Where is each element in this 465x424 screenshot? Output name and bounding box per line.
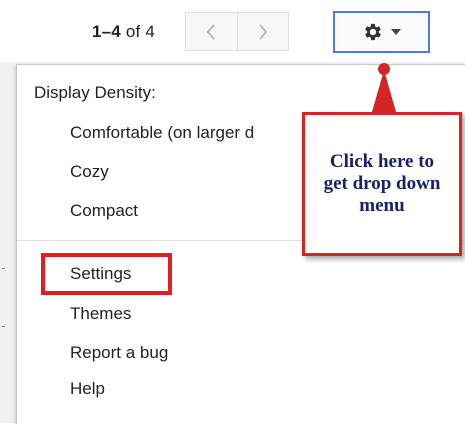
toolbar: 1–4 of 4 xyxy=(0,0,465,62)
older-button[interactable] xyxy=(237,12,289,51)
chevron-right-icon xyxy=(258,23,268,40)
menu-item-report-bug[interactable]: Report a bug xyxy=(70,343,168,363)
caret-down-icon xyxy=(391,29,401,35)
settings-highlight-box xyxy=(41,253,172,295)
menu-item-help[interactable]: Help xyxy=(70,379,105,399)
density-comfortable[interactable]: Comfortable (on larger d xyxy=(70,123,254,143)
gear-icon xyxy=(365,23,381,41)
callout-pointer xyxy=(372,63,396,112)
pager-nav xyxy=(185,12,289,51)
gmail-window: 1–4 of 4 Display Density: Comfortable (o… xyxy=(0,0,465,424)
chevron-left-icon xyxy=(206,23,216,40)
menu-item-themes[interactable]: Themes xyxy=(70,304,131,324)
pager-total: 4 xyxy=(145,22,156,41)
newer-button[interactable] xyxy=(185,12,238,51)
density-cozy[interactable]: Cozy xyxy=(70,162,109,182)
pager-of: of xyxy=(120,22,146,41)
display-density-heading: Display Density: xyxy=(34,83,156,102)
pager-count: 1–4 of 4 xyxy=(92,22,155,42)
instruction-callout: Click here to get drop down menu xyxy=(302,112,462,256)
pager-range: 1–4 xyxy=(92,22,121,41)
settings-gear-button[interactable] xyxy=(333,11,430,53)
callout-text: Click here to get drop down menu xyxy=(323,151,441,216)
density-compact[interactable]: Compact xyxy=(70,201,138,221)
